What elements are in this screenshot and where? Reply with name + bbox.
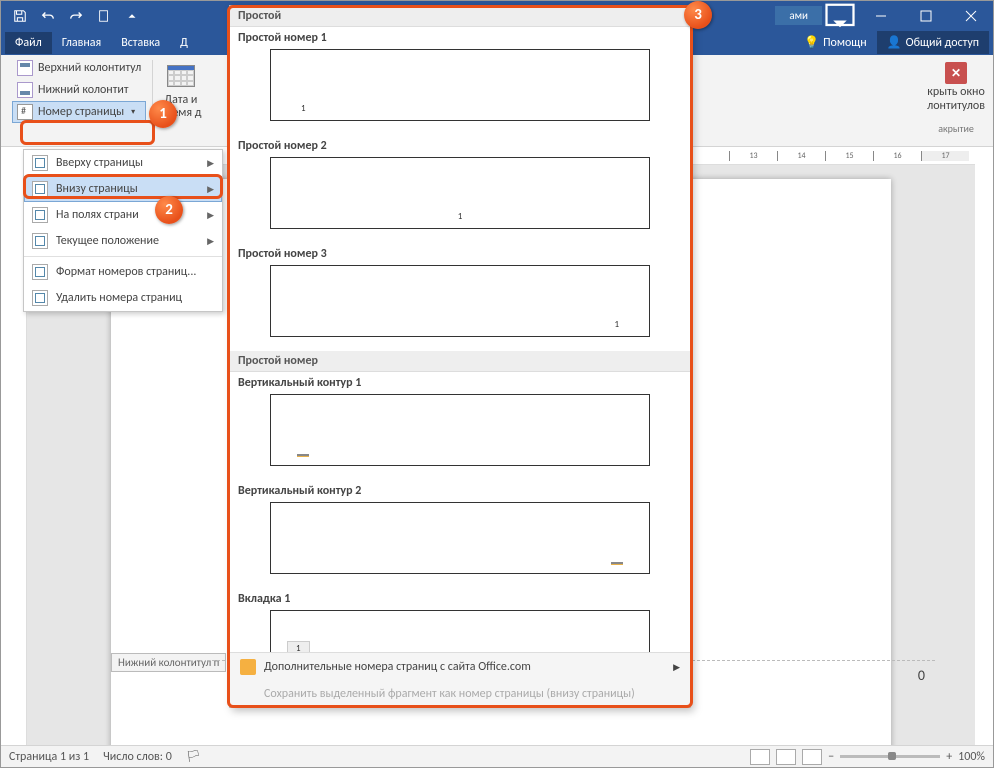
chevron-right-icon: ▶: [207, 210, 214, 221]
calendar-icon: [167, 65, 195, 87]
qat-customize-button[interactable]: [119, 3, 145, 29]
gallery-category-plain: Простой номер: [230, 351, 690, 372]
page-number-icon: [17, 104, 33, 120]
redo-button[interactable]: [63, 3, 89, 29]
menu-bottom-of-page[interactable]: Внизу страницы▶: [24, 176, 222, 202]
header-button[interactable]: Верхний колонтитул: [13, 58, 145, 78]
chevron-right-icon: ▶: [207, 184, 214, 195]
view-web-button[interactable]: [802, 749, 822, 765]
zoom-out-button[interactable]: −: [828, 750, 834, 764]
close-button[interactable]: [948, 1, 993, 30]
gallery-item-vert2[interactable]: [270, 502, 650, 574]
vert-bar-icon: [611, 562, 623, 565]
menu-current-position[interactable]: Текущее положение▶: [24, 228, 222, 254]
chevron-right-icon: ▶: [207, 158, 214, 169]
status-page[interactable]: Страница 1 из 1: [9, 750, 89, 764]
zoom-level[interactable]: 100%: [958, 750, 985, 764]
format-icon: [32, 264, 48, 280]
close-group: ✕ крыть окнолонтитулов акрытие: [927, 58, 985, 143]
office-icon: [240, 659, 256, 675]
header-footer-group: Верхний колонтитул Нижний колонтит Номер…: [9, 58, 149, 143]
zoom-slider[interactable]: [840, 755, 940, 758]
save-button[interactable]: [7, 3, 33, 29]
share-button[interactable]: 👤Общий доступ: [877, 31, 989, 54]
statusbar: Страница 1 из 1 Число слов: 0 🏳 − + 100%: [1, 745, 993, 767]
contextual-tab-label: ами: [775, 6, 822, 25]
status-language-icon[interactable]: 🏳: [186, 749, 201, 764]
annotation-callout-3: 3: [684, 1, 712, 29]
gallery-item-simple2[interactable]: 1: [270, 157, 650, 229]
gallery-more-office[interactable]: Дополнительные номера страниц с сайта Of…: [230, 653, 690, 681]
gallery-item-simple3[interactable]: 1: [270, 265, 650, 337]
quick-access-toolbar: [1, 3, 151, 29]
remove-icon: [32, 290, 48, 306]
annotation-callout-1: 1: [149, 100, 177, 128]
gallery-save-selection: Сохранить выделенный фрагмент как номер …: [230, 681, 690, 707]
close-label: крыть окнолонтитулов: [927, 86, 985, 114]
menu-page-margins[interactable]: На полях страни▶: [24, 202, 222, 228]
gallery-item-tab1-label: Вкладка 1: [230, 588, 690, 608]
page-top-icon: [32, 155, 48, 171]
footer-tag: Нижний колонтитул п: [111, 653, 226, 672]
menu-format-page-numbers[interactable]: Формат номеров страниц...: [24, 259, 222, 285]
page-number-field[interactable]: 0: [918, 667, 925, 684]
page-margins-icon: [32, 207, 48, 223]
page-bottom-icon: [32, 181, 48, 197]
menu-top-of-page[interactable]: Вверху страницы▶: [24, 150, 222, 176]
new-doc-button[interactable]: [91, 3, 117, 29]
status-wordcount[interactable]: Число слов: 0: [103, 750, 172, 764]
gallery-item-tab1[interactable]: 1: [270, 610, 650, 652]
window-controls: [822, 1, 993, 30]
page-number-dropdown: Вверху страницы▶ Внизу страницы▶ На поля…: [23, 149, 223, 312]
gallery-item-simple3-label: Простой номер 3: [230, 243, 690, 263]
zoom-in-button[interactable]: +: [946, 750, 952, 764]
chevron-right-icon: ▶: [207, 236, 214, 247]
close-group-label: акрытие: [938, 122, 974, 135]
menu-remove-page-numbers[interactable]: Удалить номера страниц: [24, 285, 222, 311]
gallery-footer: Дополнительные номера страниц с сайта Of…: [230, 652, 690, 707]
header-icon: [17, 60, 33, 76]
ribbon-options-button[interactable]: [822, 1, 858, 30]
gallery-item-simple1[interactable]: 1: [270, 49, 650, 121]
page-number-gallery: Простой Простой номер 1 1 Простой номер …: [229, 5, 691, 708]
tab-file[interactable]: Файл: [5, 32, 52, 54]
maximize-button[interactable]: [903, 1, 948, 30]
gallery-item-vert2-label: Вертикальный контур 2: [230, 480, 690, 500]
footer-button[interactable]: Нижний колонтит: [13, 80, 145, 100]
chevron-right-icon: ▶: [673, 662, 680, 673]
share-icon: 👤: [887, 35, 902, 50]
gallery-item-vert1[interactable]: [270, 394, 650, 466]
tab-home[interactable]: Главная: [52, 32, 111, 54]
undo-button[interactable]: [35, 3, 61, 29]
page-number-button[interactable]: Номер страницы▾: [12, 101, 146, 123]
view-read-button[interactable]: [750, 749, 770, 765]
view-print-button[interactable]: [776, 749, 796, 765]
annotation-callout-2: 2: [155, 196, 183, 224]
close-header-footer-button[interactable]: ✕: [945, 62, 967, 84]
current-pos-icon: [32, 233, 48, 249]
footer-icon: [17, 82, 33, 98]
minimize-button[interactable]: [858, 1, 903, 30]
gallery-item-simple2-label: Простой номер 2: [230, 135, 690, 155]
datetime-button[interactable]: [165, 60, 197, 92]
gallery-item-vert1-label: Вертикальный контур 1: [230, 372, 690, 392]
gallery-item-simple1-label: Простой номер 1: [230, 27, 690, 47]
tab-insert[interactable]: Вставка: [111, 32, 170, 54]
vert-bar-icon: [297, 454, 309, 457]
tell-me-button[interactable]: 💡Помощн: [794, 31, 877, 54]
lightbulb-icon: 💡: [804, 35, 819, 50]
tab-partial[interactable]: Д: [170, 32, 198, 54]
gallery-category-simple: Простой: [230, 6, 690, 27]
